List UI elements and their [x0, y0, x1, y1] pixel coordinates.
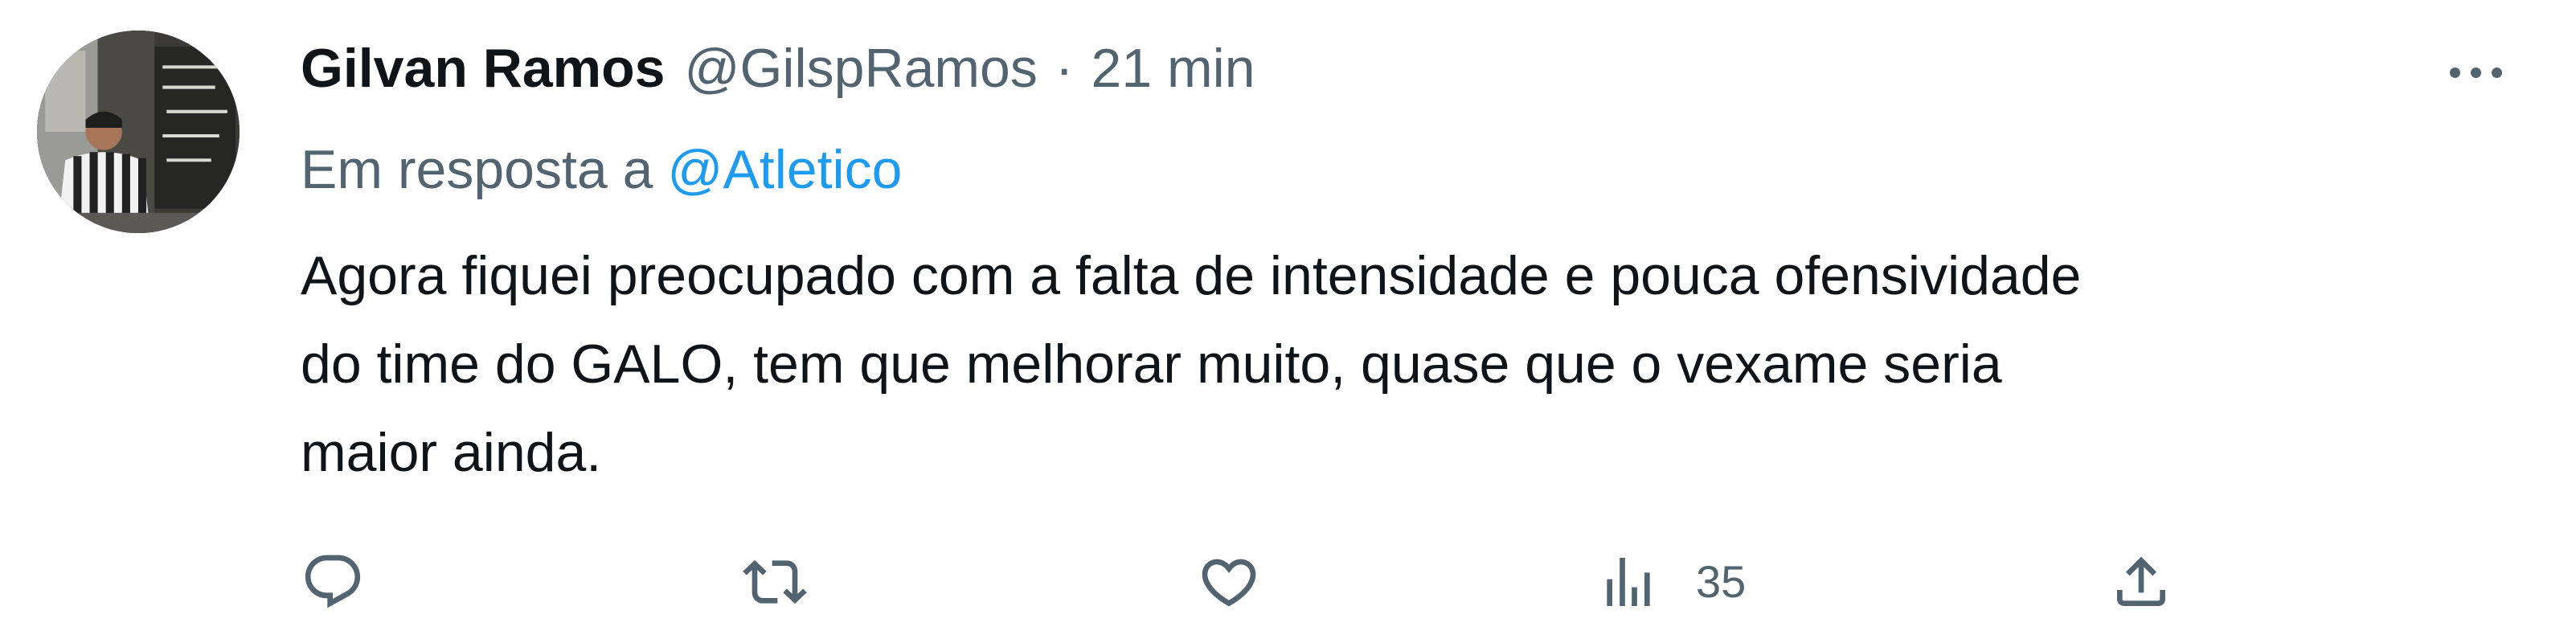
more-dots-icon: [2449, 67, 2460, 78]
tweet-text-line: maior ainda.: [301, 422, 602, 483]
tweet-content: Gilvan Ramos @GilspRamos · 21 min Em res…: [301, 0, 2576, 643]
more-dots-icon: [2470, 67, 2481, 78]
heart-icon: [1202, 559, 1256, 607]
reply-prefix: Em resposta a: [301, 139, 653, 200]
reply-mention-link[interactable]: @Atletico: [667, 139, 902, 200]
reply-context: Em resposta a @Atletico: [301, 133, 902, 206]
author-name[interactable]: Gilvan Ramos: [301, 32, 666, 104]
share-button[interactable]: [2109, 542, 2173, 622]
views-chart-icon: [1607, 558, 1650, 606]
more-options-button[interactable]: [2431, 40, 2520, 104]
retweet-button[interactable]: [743, 542, 807, 622]
more-dots-icon: [2491, 67, 2502, 78]
views-count: 35: [1696, 556, 1747, 607]
tweet-text: Agora fiquei preocupado com a falta de i…: [301, 231, 2551, 497]
reply-icon: [305, 555, 361, 608]
retweet-icon: [743, 559, 807, 604]
separator-dot: ·: [1055, 38, 1074, 99]
share-upload-icon: [2117, 556, 2165, 606]
tweet-actions: 35: [301, 542, 2238, 622]
author-handle[interactable]: @GilspRamos: [685, 32, 1038, 104]
avatar-photo: [37, 31, 240, 233]
tweet[interactable]: Gilvan Ramos @GilspRamos · 21 min Em res…: [0, 0, 2576, 643]
views-button[interactable]: 35: [1596, 542, 1746, 622]
tweet-text-line: do time do GALO, tem que melhorar muito,…: [301, 334, 2002, 395]
like-button[interactable]: [1197, 542, 1261, 622]
tweet-timestamp[interactable]: 21 min: [1091, 32, 1255, 104]
tweet-header: Gilvan Ramos @GilspRamos · 21 min: [301, 32, 1255, 104]
avatar[interactable]: [37, 31, 240, 233]
reply-button[interactable]: [301, 542, 365, 622]
tweet-text-line: Agora fiquei preocupado com a falta de i…: [301, 245, 2082, 306]
